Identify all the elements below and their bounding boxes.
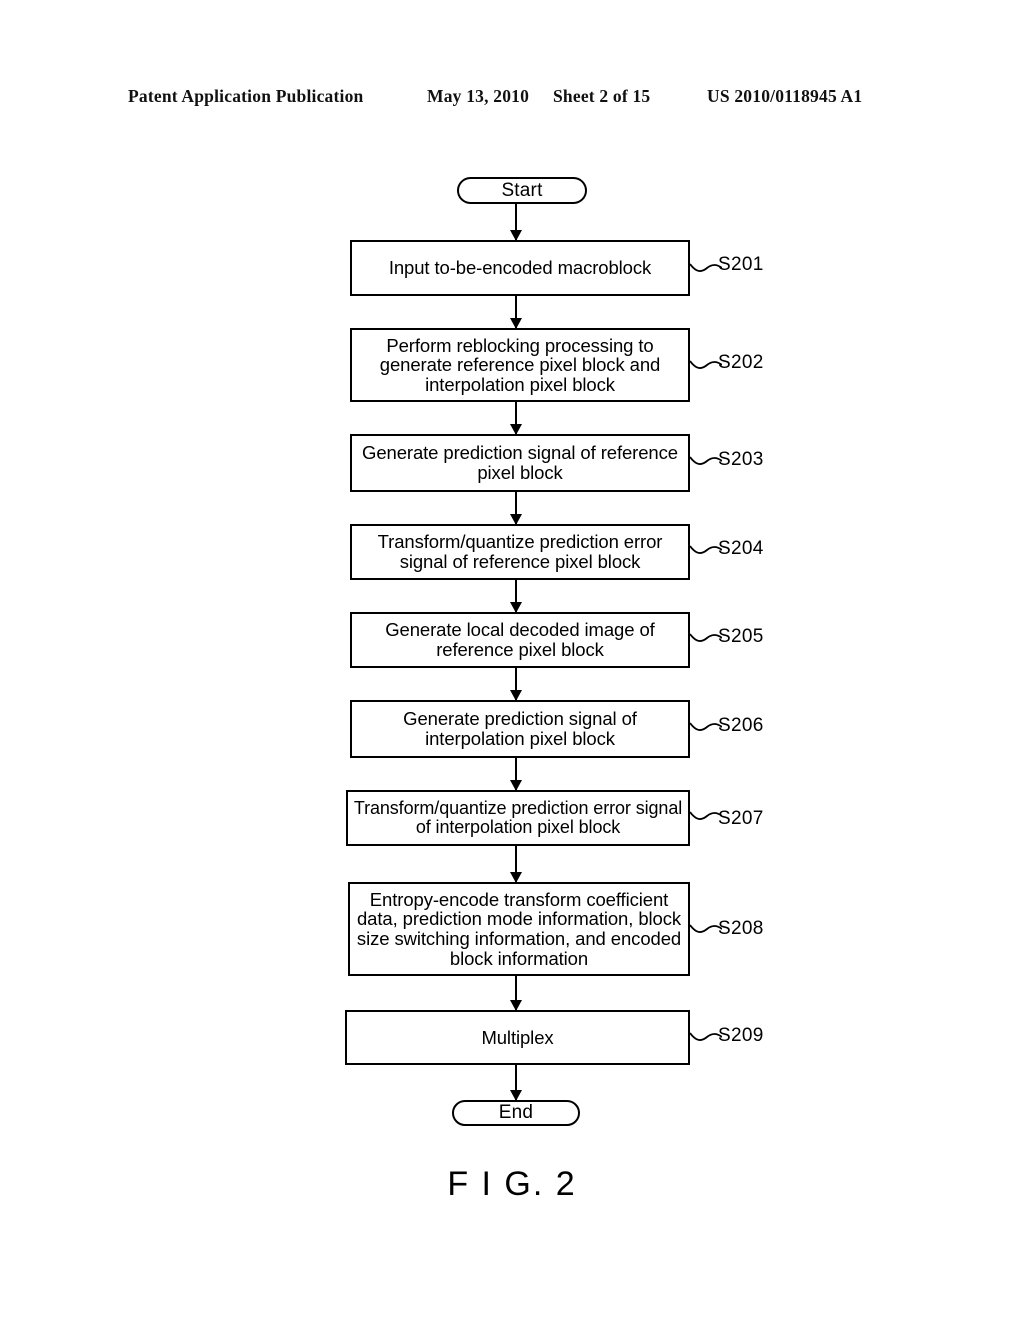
flow-node-s201-line-1: Input to-be-encoded macroblock (388, 257, 652, 279)
patent-drawing-page: Patent Application Publication May 13, 2… (0, 0, 1024, 1320)
flow-arrow-s204-to-s205 (515, 580, 518, 612)
flow-arrow-s208-to-s209 (515, 976, 518, 1010)
header-publication-label: Patent Application Publication (128, 86, 364, 106)
flow-step-label-s206: S206 (718, 715, 764, 736)
flow-node-s207-line-1: Transform/quantize prediction error sign… (353, 797, 683, 818)
flow-node-start-label: Start (501, 179, 543, 201)
flow-node-s205: Generate local decoded image of referenc… (350, 612, 690, 668)
flow-step-label-s204: S204 (718, 538, 764, 559)
flow-node-s207-line-2: of interpolation pixel block (415, 817, 621, 837)
flow-node-s206: Generate prediction signal of interpolat… (350, 700, 690, 758)
flow-node-s207: Transform/quantize prediction error sign… (346, 790, 690, 846)
flow-node-s208: Entropy-encode transform coefficient dat… (348, 882, 690, 976)
flow-node-s203-line-2: pixel block (477, 462, 563, 483)
flow-step-label-s203: S203 (718, 449, 764, 470)
flow-node-s209-line-1: Multiplex (481, 1026, 554, 1048)
flow-node-s203-line-1: Generate prediction signal of reference (362, 442, 678, 464)
flow-step-label-s208: S208 (718, 918, 764, 939)
flow-node-s206-line-2: interpolation pixel block (425, 728, 615, 749)
flow-arrow-s205-to-s206 (515, 668, 518, 700)
flow-step-label-s207: S207 (718, 808, 764, 829)
figure-caption: F I G. 2 (447, 1165, 577, 1203)
flow-arrow-s201-to-s202 (515, 296, 518, 328)
flow-step-label-s202: S202 (718, 352, 764, 373)
flow-arrow-s203-to-s204 (515, 492, 518, 524)
flow-arrow-s209-to-end (515, 1065, 518, 1100)
flow-node-s208-line-1: Entropy-encode transform coefficient (369, 888, 669, 910)
flow-node-s202-line-1: Perform reblocking processing to (386, 334, 654, 356)
flow-node-s204: Transform/quantize prediction error sign… (350, 524, 690, 580)
flow-node-s203: Generate prediction signal of reference … (350, 434, 690, 492)
flow-step-label-s205: S205 (718, 626, 764, 647)
flow-node-end-label: End (498, 1102, 534, 1123)
flow-node-s209: Multiplex (345, 1010, 690, 1065)
flow-node-s208-line-4: block information (449, 947, 589, 969)
flow-arrow-s207-to-s208 (515, 846, 518, 882)
header-publication-number: US 2010/0118945 A1 (707, 86, 863, 106)
flow-node-s202-line-3: interpolation pixel block (425, 373, 615, 395)
flow-node-s208-line-3: size switching information, and encoded (356, 928, 682, 949)
flow-node-s205-line-2: reference pixel block (436, 639, 604, 660)
flow-node-s201: Input to-be-encoded macroblock (350, 240, 690, 296)
flow-step-label-s201: S201 (718, 254, 764, 275)
flow-node-s202-line-2: generate reference pixel block and (379, 354, 661, 376)
flow-arrow-s206-to-s207 (515, 758, 518, 790)
header-sheet-label: Sheet 2 of 15 (553, 86, 651, 106)
flow-node-end: End (452, 1100, 580, 1126)
flow-node-s205-line-1: Generate local decoded image of (385, 619, 655, 641)
flow-node-start: Start (457, 177, 587, 204)
header-date-label: May 13, 2010 (427, 86, 530, 106)
flow-arrow-s202-to-s203 (515, 402, 518, 434)
flow-node-s208-line-2: data, prediction mode information, block (356, 908, 682, 930)
flow-node-s204-line-2: signal of reference pixel block (399, 551, 641, 572)
flow-node-s204-line-1: Transform/quantize prediction error (377, 531, 663, 553)
flow-step-label-s209: S209 (718, 1025, 764, 1046)
flow-node-s206-line-1: Generate prediction signal of (403, 708, 637, 730)
flow-node-s202: Perform reblocking processing to generat… (350, 328, 690, 402)
flow-arrow-start-to-s201 (515, 204, 518, 240)
